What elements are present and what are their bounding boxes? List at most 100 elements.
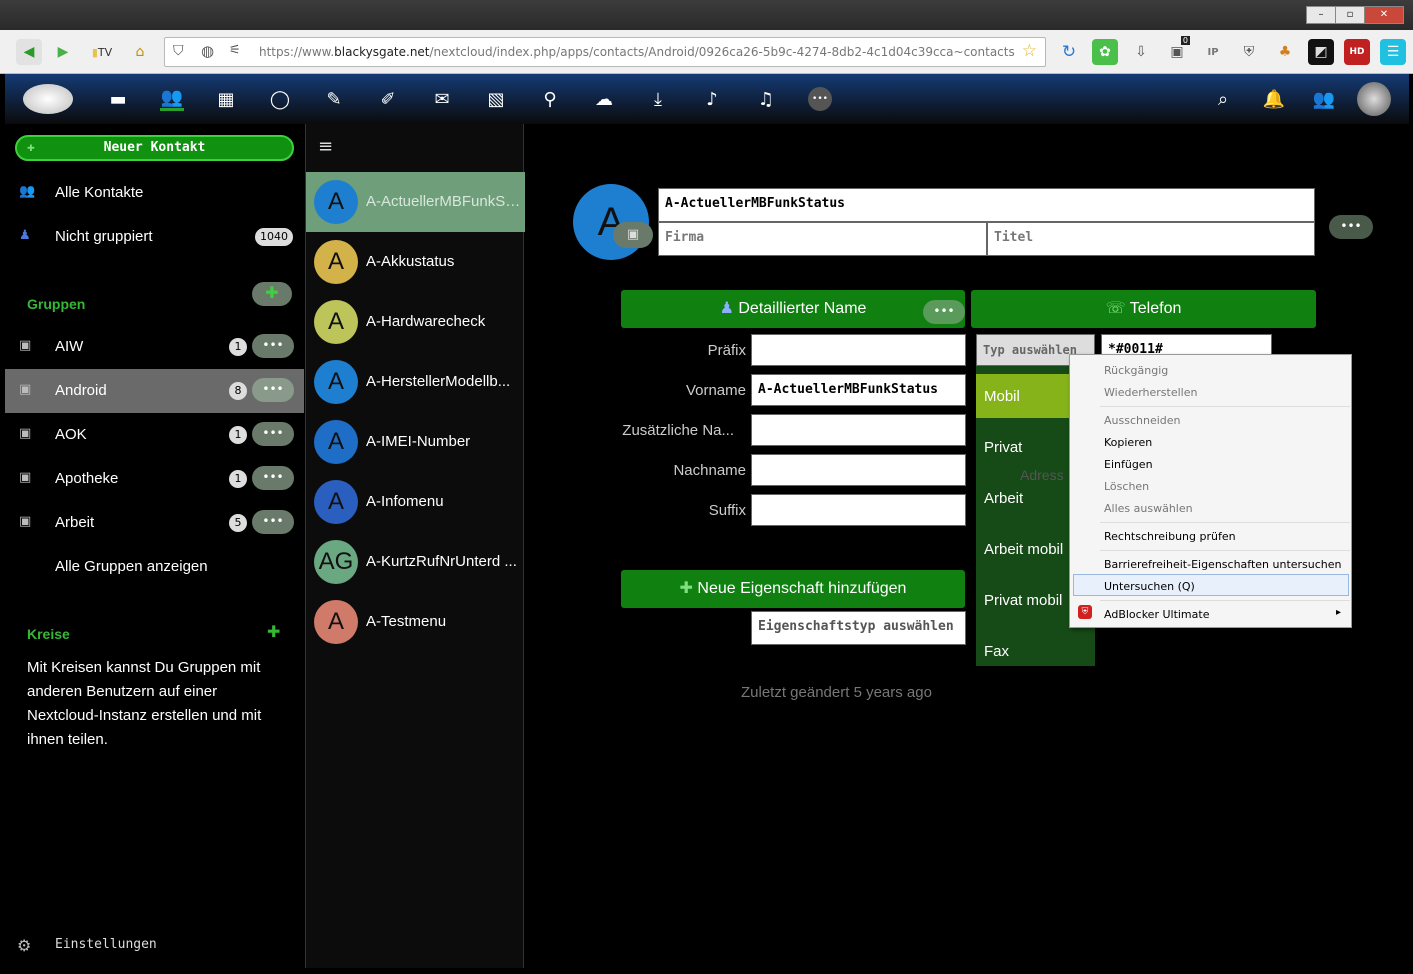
prefix-input[interactable] bbox=[751, 334, 966, 366]
ip-icon[interactable]: IP bbox=[1200, 39, 1226, 65]
menu-item-inspect[interactable]: Untersuchen (Q) bbox=[1104, 580, 1195, 593]
notes-pencil-icon[interactable]: ✎ bbox=[322, 87, 346, 111]
property-type-select[interactable]: Eigenschaftstyp auswählen bbox=[751, 611, 966, 645]
nav-ungrouped[interactable]: ♟ Nicht gruppiert 1040 bbox=[5, 215, 304, 259]
notifications-bell-icon[interactable]: 🔔 bbox=[1262, 87, 1286, 111]
group-item[interactable]: ▣ Arbeit 5 ••• bbox=[5, 501, 304, 545]
contact-list-item[interactable]: A A-Akkustatus bbox=[306, 232, 525, 292]
minimize-button[interactable]: – bbox=[1306, 6, 1336, 24]
bookmark-star-icon[interactable]: ☆ bbox=[1022, 41, 1037, 61]
lastname-input[interactable] bbox=[751, 454, 966, 486]
image-upload-icon[interactable]: ▣ bbox=[613, 222, 653, 248]
settings-gear-icon[interactable]: ⚙ bbox=[17, 936, 31, 955]
menu-item-spellcheck[interactable]: Rechtschreibung prüfen bbox=[1104, 530, 1236, 543]
context-menu: Rückgängig Wiederherstellen Ausschneiden… bbox=[1069, 354, 1352, 628]
calendar-icon[interactable]: ▦ bbox=[214, 87, 238, 111]
plus-icon: ✚ bbox=[27, 140, 35, 155]
shield-icon: ⛉ bbox=[173, 43, 184, 59]
home-icon[interactable]: ⌂ bbox=[127, 39, 153, 65]
back-icon[interactable]: ◀ bbox=[16, 39, 42, 65]
contact-list-item[interactable]: A A-Testmenu bbox=[306, 592, 525, 652]
audio-icon[interactable]: ♪ bbox=[700, 87, 724, 111]
contact-list-item[interactable]: AG A-KurtzRufNrUnterd ... bbox=[306, 532, 525, 592]
people-extension-icon[interactable]: ♣ bbox=[1272, 39, 1298, 65]
menu-item-select-all[interactable]: Alles auswählen bbox=[1104, 502, 1193, 515]
nextcloud-logo[interactable] bbox=[23, 84, 73, 114]
files-icon[interactable]: ▬ bbox=[106, 87, 130, 111]
title-input[interactable]: Titel bbox=[987, 222, 1315, 256]
contact-list-item[interactable]: A A-Hardwarecheck bbox=[306, 292, 525, 352]
detailed-name-more-button[interactable]: ••• bbox=[923, 300, 965, 324]
contact-list-item-active[interactable]: A A-ActuellerMBFunkSt... bbox=[306, 172, 525, 232]
music-icon[interactable]: ♫ bbox=[754, 87, 778, 111]
edit-icon[interactable]: ✐ bbox=[376, 87, 400, 111]
nav-all-contacts[interactable]: 👥 Alle Kontakte bbox=[5, 171, 304, 215]
contact-more-button[interactable]: ••• bbox=[1329, 215, 1373, 239]
search-icon[interactable]: ⌕ bbox=[1211, 87, 1235, 111]
group-more-button[interactable]: ••• bbox=[252, 378, 294, 402]
menu-item-cut[interactable]: Ausschneiden bbox=[1104, 414, 1181, 427]
group-item[interactable]: ▣ AOK 1 ••• bbox=[5, 413, 304, 457]
download-icon[interactable]: ⇩ bbox=[1128, 39, 1154, 65]
suffix-input[interactable] bbox=[751, 494, 966, 526]
add-property-button[interactable]: ✚ Neue Eigenschaft hinzufügen bbox=[621, 570, 965, 608]
cloud-upload-icon[interactable]: ☁ bbox=[592, 87, 616, 111]
contact-avatar: A bbox=[314, 180, 358, 224]
download-icon[interactable]: ⤓ bbox=[646, 87, 670, 111]
menu-item-delete[interactable]: Löschen bbox=[1104, 480, 1149, 493]
menu-item-accessibility[interactable]: Barrierefreiheit-Eigenschaften untersuch… bbox=[1104, 558, 1342, 571]
extension-gear-icon[interactable]: ✿ bbox=[1092, 39, 1118, 65]
group-more-button[interactable]: ••• bbox=[252, 466, 294, 490]
dropdown-option-fax[interactable]: Fax bbox=[976, 629, 1095, 673]
full-name-input[interactable]: A-ActuellerMBFunkStatus bbox=[658, 188, 1315, 222]
add-circle-icon[interactable]: ✚ bbox=[267, 622, 280, 641]
firstname-input[interactable]: A-ActuellerMBFunkStatus bbox=[751, 374, 966, 406]
more-apps-icon[interactable]: ••• bbox=[808, 87, 832, 111]
contact-list-item[interactable]: A A-HerstellerModellb... bbox=[306, 352, 525, 412]
group-more-button[interactable]: ••• bbox=[252, 510, 294, 534]
dark-extension-icon[interactable]: ◩ bbox=[1308, 39, 1334, 65]
menu-item-copy[interactable]: Kopieren bbox=[1104, 436, 1152, 449]
menu-icon[interactable]: ☰ bbox=[1380, 39, 1406, 65]
company-input[interactable]: Firma bbox=[658, 222, 987, 256]
mail-icon[interactable]: ✉ bbox=[430, 87, 454, 111]
group-item[interactable]: ▣ Apotheke 1 ••• bbox=[5, 457, 304, 501]
user-avatar[interactable] bbox=[1357, 82, 1391, 116]
menu-item-undo[interactable]: Rückgängig bbox=[1104, 364, 1168, 377]
contacts-menu-icon[interactable]: 👥 bbox=[1312, 87, 1336, 111]
show-all-groups-link[interactable]: Alle Gruppen anzeigen bbox=[5, 545, 304, 589]
maps-icon[interactable]: ⚲ bbox=[538, 87, 562, 111]
talk-icon[interactable]: ◯ bbox=[268, 87, 292, 111]
add-group-button[interactable]: ✚ bbox=[252, 282, 292, 306]
badge-extension-icon[interactable]: 0 ▣ bbox=[1164, 36, 1190, 65]
maximize-button[interactable]: ▫ bbox=[1335, 6, 1365, 24]
contact-list-item[interactable]: A A-IMEI-Number bbox=[306, 412, 525, 472]
menu-item-adblocker[interactable]: AdBlocker Ultimate bbox=[1104, 608, 1209, 621]
group-more-button[interactable]: ••• bbox=[252, 334, 294, 358]
settings-link[interactable]: Einstellungen bbox=[55, 937, 157, 952]
group-more-button[interactable]: ••• bbox=[252, 422, 294, 446]
groups-heading: Gruppen bbox=[27, 296, 86, 312]
contact-list-item[interactable]: A A-Infomenu bbox=[306, 472, 525, 532]
phone-header: ☏ Telefon bbox=[971, 290, 1316, 328]
close-button[interactable]: ✕ bbox=[1364, 6, 1404, 24]
menu-item-paste[interactable]: Einfügen bbox=[1104, 458, 1153, 471]
menu-item-redo[interactable]: Wiederherstellen bbox=[1104, 386, 1197, 399]
permissions-icon[interactable]: ⚟ bbox=[229, 43, 241, 58]
hd-extension-icon[interactable]: HD bbox=[1344, 39, 1370, 65]
forward-icon[interactable]: ▶ bbox=[50, 39, 76, 65]
url-bar[interactable]: ⛉ ◍ ⚟ https://www.blackysgate.net/nextcl… bbox=[164, 37, 1046, 67]
photos-icon[interactable]: ▧ bbox=[484, 87, 508, 111]
group-item-active[interactable]: ▣ Android 8 ••• bbox=[5, 369, 304, 413]
reload-icon[interactable]: ↻ bbox=[1056, 39, 1082, 65]
contacts-group-icon: 👥 bbox=[19, 184, 36, 199]
menu-separator bbox=[1100, 600, 1350, 601]
privacy-shield-icon[interactable]: ⛨ bbox=[1236, 39, 1262, 65]
tv-folder-icon[interactable]: ▮ TV bbox=[84, 39, 120, 65]
nextcloud-header: ▬ 👥 ▦ ◯ ✎ ✐ ✉ ▧ ⚲ ☁ ⤓ ♪ ♫ ••• ⌕ 🔔 👥 bbox=[5, 74, 1409, 124]
additional-names-input[interactable] bbox=[751, 414, 966, 446]
new-contact-button[interactable]: ✚ Neuer Kontakt bbox=[15, 135, 294, 161]
hamburger-menu-icon[interactable]: ≡ bbox=[318, 136, 333, 157]
contacts-icon[interactable]: 👥 bbox=[160, 87, 184, 111]
group-item[interactable]: ▣ AIW 1 ••• bbox=[5, 325, 304, 369]
